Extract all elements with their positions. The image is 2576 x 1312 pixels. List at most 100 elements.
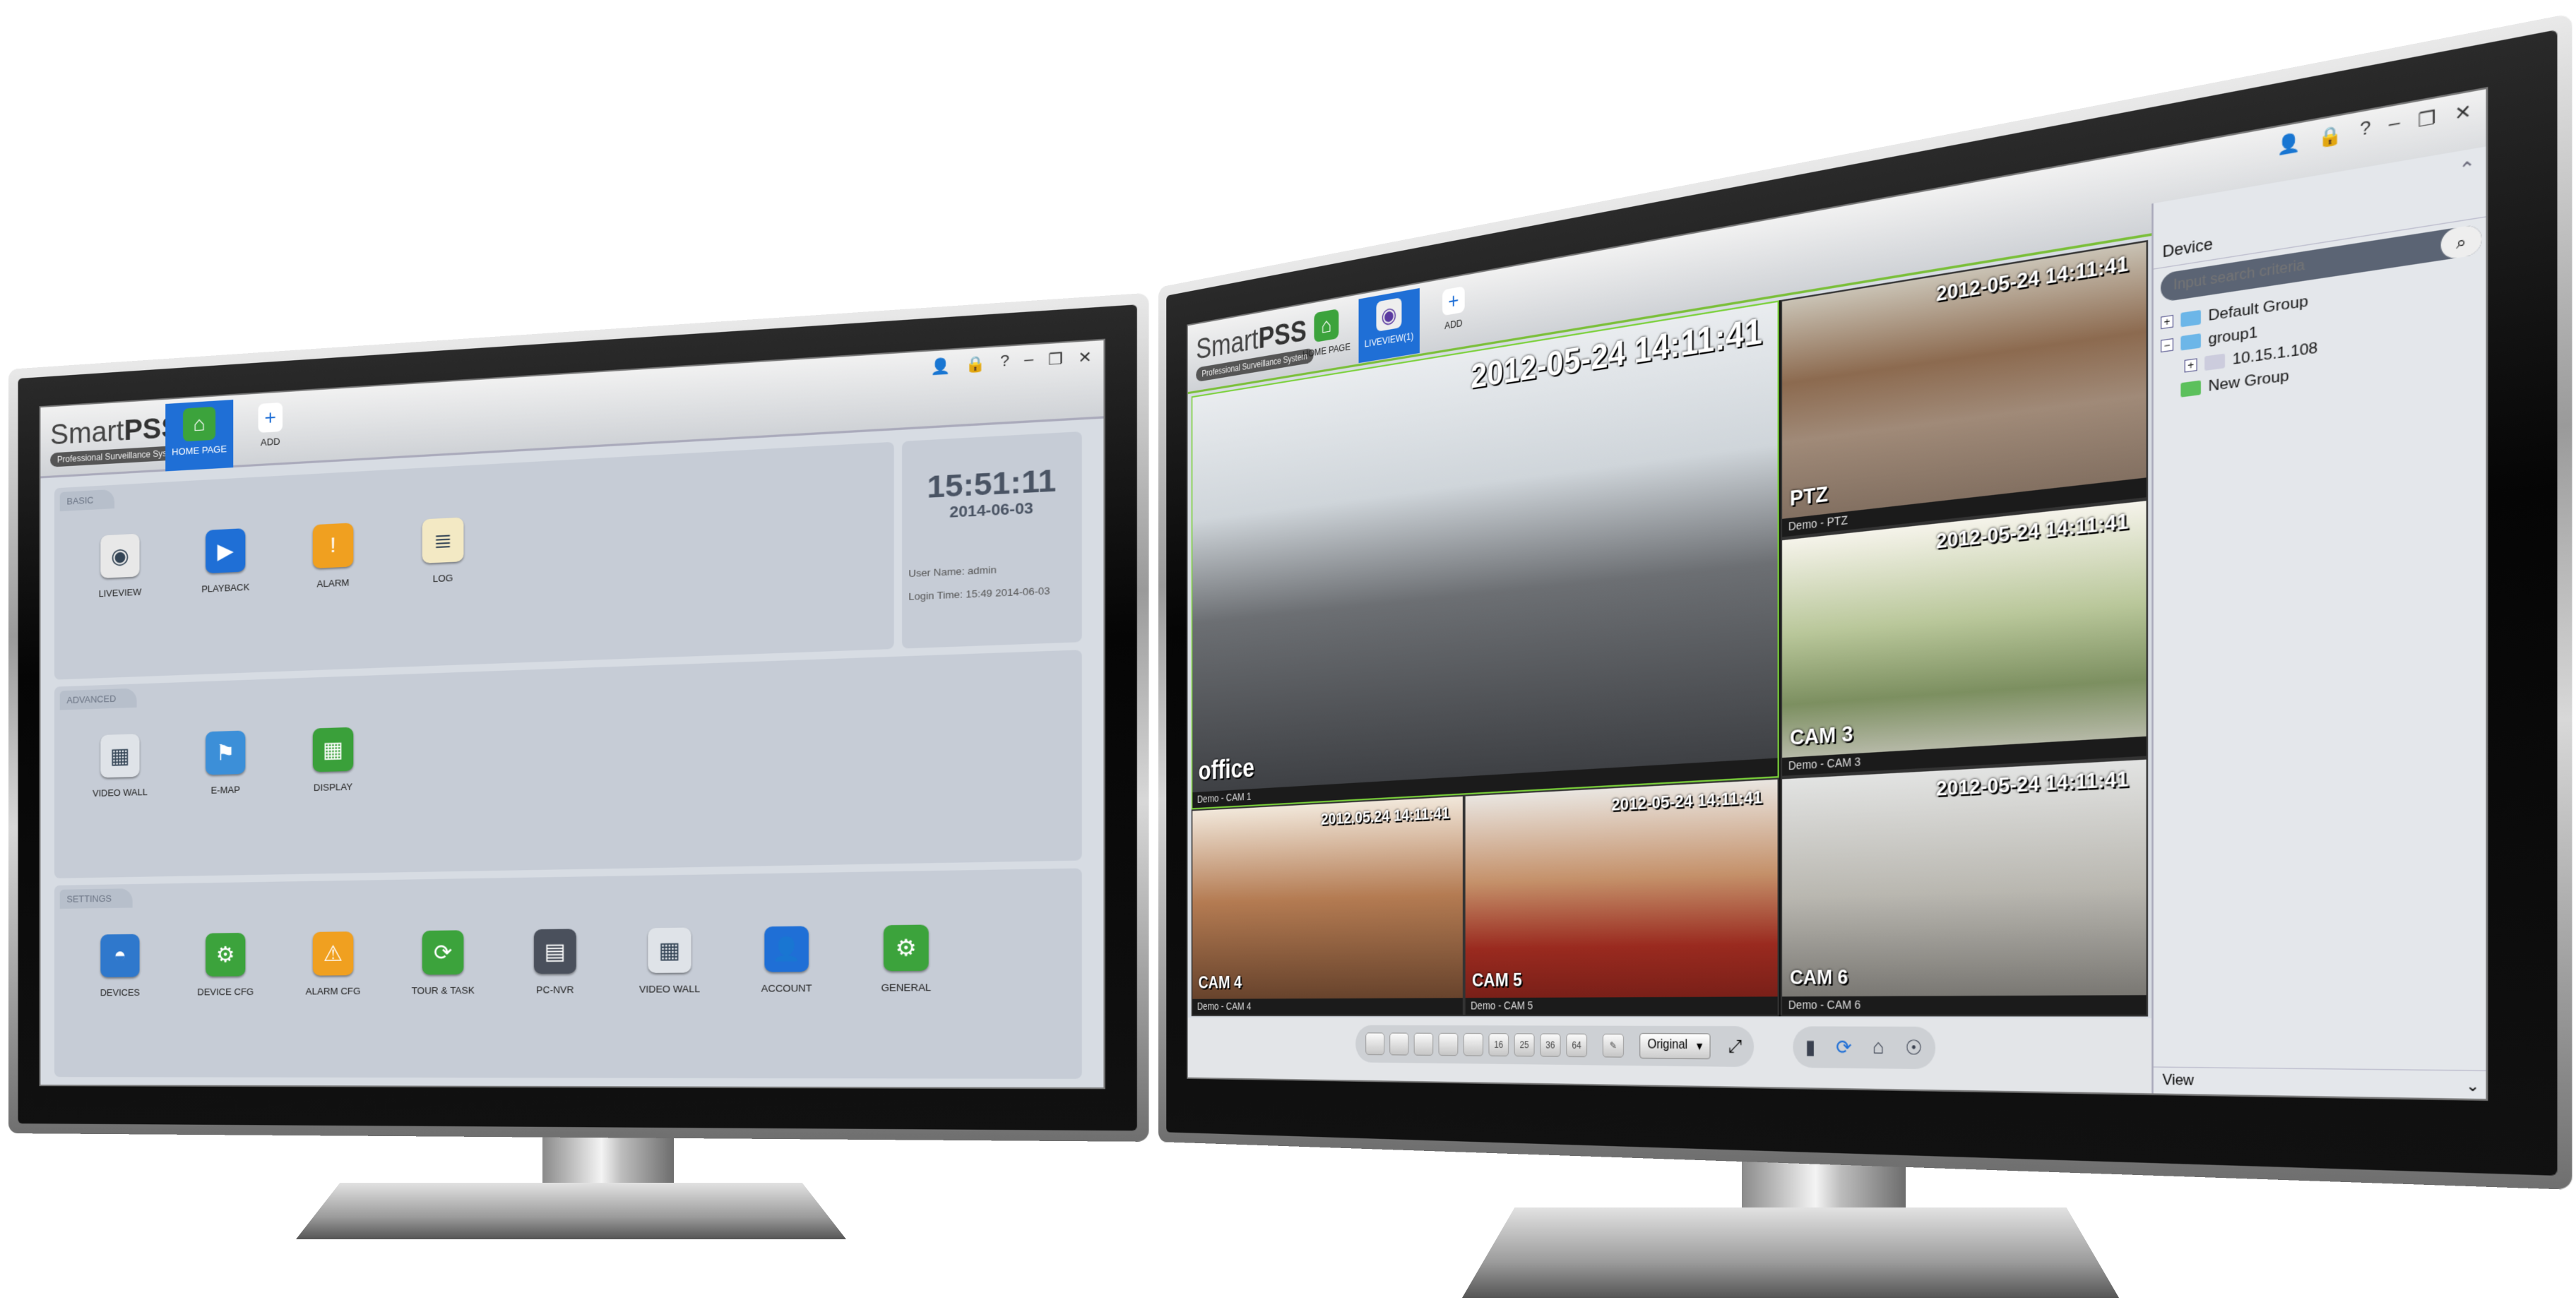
restore-icon[interactable]: ❐ — [1048, 349, 1063, 369]
device-side-panel: ⌃ Device ⌕ +Default Group−group1+10.15.1… — [2151, 145, 2488, 1101]
right-screen-liveview: SmartPSS Professional Surveillance Syste… — [1187, 87, 2488, 1101]
app-label: VIDEO WALL — [93, 786, 148, 799]
layout-button-2[interactable] — [1389, 1032, 1409, 1056]
help-icon[interactable]: ? — [1000, 352, 1009, 372]
tab-home-page[interactable]: ⌂ HOME PAGE — [165, 400, 234, 472]
app-e-map[interactable]: ⚑ E-MAP — [186, 730, 265, 797]
layout-button-5[interactable] — [1463, 1032, 1483, 1056]
lock-icon[interactable]: 🔒 — [2318, 123, 2342, 150]
pc-nvr-icon: ▤ — [533, 929, 576, 974]
layout-controls: 16 25 36 64 ✎ Original ▾ ⤢ — [1355, 1025, 1754, 1068]
layout-button-4[interactable] — [1438, 1032, 1459, 1056]
app-account[interactable]: 👤 ACCOUNT — [743, 926, 830, 994]
app-label: LOG — [432, 572, 453, 585]
minimize-icon[interactable]: – — [1024, 351, 1033, 371]
layout-button-6[interactable]: 16 — [1488, 1033, 1509, 1057]
app-label: ALARM — [316, 577, 350, 590]
app-label: PC-NVR — [536, 984, 574, 996]
fullscreen-icon[interactable]: ⤢ — [1728, 1036, 1742, 1057]
video-cell-5[interactable]: 2012-05-24 14:11:41 CAM 5 Demo - CAM 5 — [1464, 777, 1779, 1017]
plus-icon: + — [258, 402, 283, 433]
folder-icon — [2180, 309, 2201, 328]
camera-icon: ◉ — [1376, 297, 1402, 332]
view-section[interactable]: View ⌄ — [2153, 1066, 2488, 1101]
app-display[interactable]: ▦ DISPLAY — [293, 727, 373, 794]
app-label: E-MAP — [210, 784, 240, 796]
plus-icon: + — [1442, 286, 1465, 316]
home-icon: ⌂ — [1314, 309, 1339, 343]
tab-liveview[interactable]: ◉ LIVEVIEW(1) — [1358, 287, 1420, 364]
app-video-wall[interactable]: ▦ VIDEO WALL — [627, 927, 712, 995]
talk-icon[interactable]: ☉ — [1905, 1035, 1923, 1060]
app-alarm[interactable]: ! ALARM — [293, 522, 373, 590]
stream-select[interactable]: Original ▾ — [1639, 1032, 1711, 1060]
video-wall-config-icon: ▦ — [648, 927, 692, 973]
stream-select-value: Original — [1647, 1037, 1688, 1052]
dome-camera-icon: ◓ — [100, 934, 140, 977]
app-alarm-cfg[interactable]: ⚠ ALARM CFG — [293, 931, 373, 997]
video-cell-3[interactable]: 2012-05-24 14:11:41 CAM 3 Demo - CAM 3 — [1780, 499, 2149, 778]
app-tour-task[interactable]: ⟳ TOUR & TASK — [403, 930, 484, 996]
app-label: DISPLAY — [313, 781, 353, 794]
user-icon[interactable]: 👤 — [930, 356, 951, 376]
app-devices[interactable]: ◓ DEVICES — [82, 934, 158, 998]
clock-panel: 15:51:11 2014-06-03 User Name: admin Log… — [902, 431, 1082, 649]
app-label: TOUR & TASK — [411, 984, 475, 996]
layout-button-9[interactable]: 64 — [1566, 1033, 1587, 1058]
device-icon — [2204, 353, 2226, 371]
tour-task-icon: ⟳ — [422, 930, 464, 975]
app-label: GENERAL — [881, 982, 932, 994]
expand-toggle-icon[interactable]: + — [2161, 314, 2174, 330]
app-log[interactable]: ≣ LOG — [403, 516, 484, 585]
new-group-icon — [2180, 380, 2201, 398]
app-video-wall[interactable]: ▦ VIDEO WALL — [82, 733, 158, 799]
lock-icon[interactable]: 🔒 — [966, 354, 986, 374]
app-label: ALARM CFG — [305, 985, 361, 997]
section-title: SETTINGS — [59, 888, 133, 909]
custom-layout-edit-icon[interactable]: ✎ — [1602, 1033, 1624, 1058]
minimize-icon[interactable]: – — [2389, 112, 2400, 138]
right-monitor: SmartPSS Professional Surveillance Syste… — [1158, 13, 2572, 1190]
app-liveview[interactable]: ◉ LIVEVIEW — [82, 532, 158, 600]
video-cell-6[interactable]: 2012-05-24 14:11:41 CAM 6 Demo - CAM 6 — [1780, 757, 2149, 1017]
layout-button-8[interactable]: 36 — [1540, 1033, 1561, 1057]
smartpss-logo: SmartPSS Professional Surveillance Syste… — [1196, 314, 1314, 383]
restore-icon[interactable]: ❐ — [2418, 106, 2436, 133]
layout-button-3[interactable] — [1413, 1032, 1434, 1056]
tour-icon[interactable]: ⟳ — [1836, 1035, 1851, 1059]
clapperboard-icon: ▶ — [206, 528, 246, 574]
left-monitor: SmartPSS Professional Surveillance Syste… — [8, 292, 1149, 1142]
layout-button-7[interactable]: 25 — [1514, 1033, 1535, 1057]
app-general[interactable]: ⚙ GENERAL — [862, 924, 950, 994]
close-icon[interactable]: ✕ — [1078, 347, 1092, 368]
folder-icon — [2180, 333, 2201, 351]
tab-add[interactable]: + ADD — [1423, 276, 1485, 352]
chevron-down-icon: ⌄ — [2466, 1078, 2480, 1095]
expand-toggle-icon[interactable]: − — [2161, 338, 2174, 353]
help-icon[interactable]: ? — [2360, 118, 2371, 143]
video-cell-4[interactable]: 2012.05.24 14:11:41 CAM 4 Demo - CAM 4 — [1191, 794, 1464, 1017]
dropdown-arrow-icon: ▾ — [1696, 1039, 1703, 1054]
user-icon[interactable]: 👤 — [2277, 131, 2301, 158]
app-pc-nvr[interactable]: ▤ PC-NVR — [514, 929, 597, 996]
section-title: ADVANCED — [59, 688, 137, 710]
tab-home-page[interactable]: ⌂ HOME PAGE — [1297, 299, 1356, 373]
layout-button-1[interactable] — [1365, 1032, 1385, 1056]
user-name: User Name: admin — [908, 563, 997, 580]
app-playback[interactable]: ▶ PLAYBACK — [186, 527, 265, 595]
app-label: LIVEVIEW — [98, 586, 142, 600]
general-settings-icon: ⚙ — [883, 924, 929, 972]
tab-add[interactable]: + ADD — [236, 395, 304, 467]
expand-toggle-icon[interactable]: + — [2184, 358, 2197, 373]
home-icon: ⌂ — [183, 406, 216, 442]
right-monitor-stand-base — [1462, 1207, 2119, 1298]
app-device-cfg[interactable]: ⚙ DEVICE CFG — [186, 933, 265, 998]
close-icon[interactable]: ✕ — [2455, 100, 2471, 126]
window-controls: 👤 🔒? – ❐ ✕ — [930, 347, 1092, 377]
log-icon: ≣ — [422, 517, 464, 563]
record-icon[interactable]: ▮ — [1805, 1035, 1816, 1059]
view-label: View — [2162, 1073, 2195, 1089]
app-label: VIDEO WALL — [639, 983, 701, 995]
section-basic: BASIC ◉ LIVEVIEW ▶ PLAYBACK! ALARM ≣ LOG — [54, 441, 894, 680]
alarm-bell-icon[interactable]: ⌂ — [1872, 1036, 1884, 1059]
